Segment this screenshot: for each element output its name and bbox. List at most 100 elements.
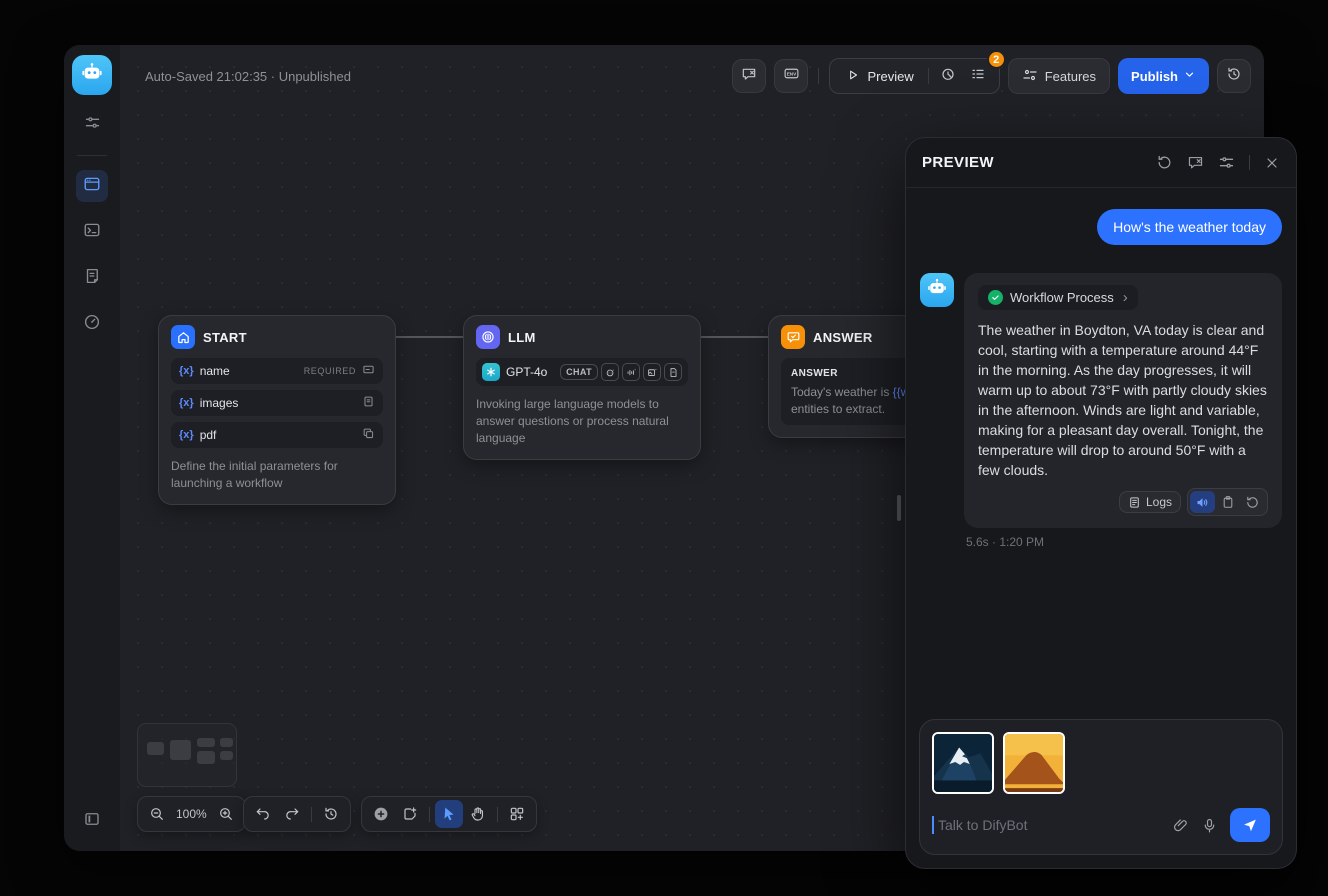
- change-history-button[interactable]: [317, 800, 345, 828]
- regenerate-button[interactable]: [1240, 491, 1265, 513]
- zoom-in-button[interactable]: [212, 800, 240, 828]
- field-meta: [362, 427, 375, 443]
- workflow-process-label: Workflow Process: [1010, 290, 1114, 305]
- chat-clear-icon: [1187, 154, 1204, 171]
- features-button[interactable]: Features: [1008, 58, 1110, 94]
- start-field-pdf[interactable]: {x} pdf: [171, 422, 383, 448]
- node-llm-title: LLM: [508, 330, 536, 345]
- chevron-right-icon: ›: [1123, 290, 1128, 305]
- workflow-process-chip[interactable]: Workflow Process ›: [978, 285, 1138, 310]
- openai-icon: [482, 363, 500, 381]
- hand-tool-button[interactable]: [464, 800, 492, 828]
- app-config-button[interactable]: [76, 109, 108, 141]
- minimap-node: [170, 740, 191, 760]
- app-logo[interactable]: [72, 55, 112, 95]
- attach-file-button[interactable]: [1172, 817, 1189, 834]
- image-capability-icon: [643, 363, 661, 381]
- chat-settings-button[interactable]: [1218, 154, 1235, 171]
- user-message-bubble: How's the weather today: [1097, 209, 1282, 245]
- topbar: Auto-Saved 21:02:35 · Unpublished ENV: [120, 45, 1264, 107]
- checklist-badge: 2: [987, 50, 1006, 69]
- sidebar-item-orchestrate[interactable]: [76, 170, 108, 202]
- node-llm[interactable]: LLM GPT-4o CHAT: [463, 315, 701, 460]
- text-cursor: [932, 816, 934, 834]
- redo-button[interactable]: [278, 800, 306, 828]
- audio-capability-icon: [622, 363, 640, 381]
- topbar-divider: [818, 68, 819, 84]
- publish-label: Publish: [1131, 69, 1178, 84]
- check-circle-icon: [988, 290, 1003, 305]
- preview-header: PREVIEW: [906, 138, 1296, 188]
- zoom-out-button[interactable]: [143, 800, 171, 828]
- restart-conversation-button[interactable]: [1156, 154, 1173, 171]
- minimap-node: [220, 751, 233, 760]
- preview-title: PREVIEW: [922, 154, 994, 171]
- copy-button[interactable]: [1215, 491, 1240, 513]
- desktop: Auto-Saved 21:02:35 · Unpublished ENV: [0, 0, 1328, 896]
- collapse-sidebar-button[interactable]: [76, 805, 108, 837]
- chat-input[interactable]: [938, 817, 1160, 833]
- add-note-button[interactable]: [396, 800, 424, 828]
- start-field-images[interactable]: {x} images: [171, 390, 383, 416]
- sidebar-item-monitoring[interactable]: [76, 308, 108, 340]
- sliders-icon: [84, 114, 101, 136]
- canvas-scrollbar[interactable]: [897, 495, 901, 521]
- bot-message-column: Workflow Process › The weather in Boydto…: [964, 273, 1282, 549]
- field-meta: REQUIRED: [304, 363, 375, 379]
- add-node-button[interactable]: [367, 800, 395, 828]
- history-controls: [243, 796, 351, 832]
- robot-icon: [80, 61, 104, 90]
- history-icon: [323, 806, 339, 822]
- organize-blocks-button[interactable]: [503, 800, 531, 828]
- close-preview-button[interactable]: [1264, 155, 1280, 171]
- answer-bubble-icon: [781, 325, 805, 349]
- attachment-sunset-mountain-photo[interactable]: [1003, 732, 1065, 794]
- logs-button[interactable]: Logs: [1119, 491, 1181, 513]
- env-button[interactable]: ENV: [774, 59, 808, 93]
- node-start[interactable]: START {x} name REQUIRED {x} images: [158, 315, 396, 505]
- user-message-row: How's the weather today: [920, 209, 1282, 245]
- copy-icon: [1221, 495, 1235, 509]
- sunset-mountain-image: [1005, 734, 1063, 792]
- start-field-name[interactable]: {x} name REQUIRED: [171, 358, 383, 384]
- zoom-out-icon: [149, 806, 165, 822]
- mic-icon: [1201, 817, 1218, 834]
- sliders-icon: [1218, 154, 1235, 171]
- toolbar-divider: [429, 807, 430, 822]
- sidebar-item-logs[interactable]: [76, 262, 108, 294]
- attachment-night-mountain-photo[interactable]: [932, 732, 994, 794]
- organize-icon: [509, 806, 525, 822]
- voice-input-button[interactable]: [1201, 817, 1218, 834]
- send-button[interactable]: [1230, 808, 1270, 842]
- model-selector[interactable]: GPT-4o CHAT: [476, 358, 688, 386]
- toolbar-divider: [311, 807, 312, 822]
- chat-input-container: [919, 719, 1283, 855]
- publish-button[interactable]: Publish: [1118, 58, 1209, 94]
- pointer-tool-button[interactable]: [435, 800, 463, 828]
- clear-chat-button[interactable]: [1187, 154, 1204, 171]
- edge-start-llm: [396, 336, 463, 338]
- run-history-button[interactable]: [933, 61, 963, 91]
- paperclip-icon: [1172, 817, 1189, 834]
- minimap[interactable]: [137, 723, 237, 787]
- zoom-controls: 100%: [137, 796, 246, 832]
- undo-button[interactable]: [249, 800, 277, 828]
- version-history-icon: [1226, 66, 1242, 87]
- files-field-icon: [362, 427, 375, 443]
- version-history-button[interactable]: [1217, 59, 1251, 93]
- preview-run-button[interactable]: Preview: [836, 68, 923, 85]
- env-label: ENV: [787, 71, 797, 76]
- speaker-button[interactable]: [1190, 491, 1215, 513]
- sidebar-item-terminal[interactable]: [76, 216, 108, 248]
- pointer-icon: [441, 806, 457, 822]
- variable-token: {x}: [179, 429, 194, 441]
- zoom-level[interactable]: 100%: [172, 807, 211, 821]
- annotation-button[interactable]: [732, 59, 766, 93]
- sidebar: [64, 45, 120, 851]
- topbar-actions: ENV Preview: [732, 58, 1251, 94]
- send-icon: [1242, 817, 1258, 833]
- variable-token: {x}: [179, 397, 194, 409]
- regenerate-icon: [1245, 495, 1260, 510]
- terminal-icon: [83, 221, 101, 244]
- gauge-icon: [83, 313, 101, 336]
